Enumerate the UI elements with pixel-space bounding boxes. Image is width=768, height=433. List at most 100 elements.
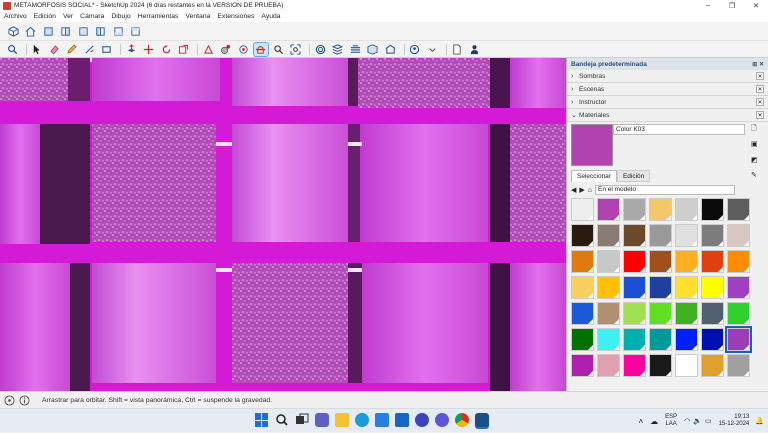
magenta-box[interactable] [232, 58, 348, 106]
tray-section-sombras[interactable]: › Sombras ✕ [567, 70, 768, 83]
components-icon[interactable] [366, 43, 380, 56]
pan-icon[interactable] [252, 41, 269, 57]
material-swatch[interactable] [675, 328, 698, 351]
material-swatch[interactable] [571, 198, 594, 221]
paint-bucket-icon[interactable] [219, 43, 233, 56]
material-swatch[interactable] [727, 354, 750, 377]
material-swatch[interactable] [571, 302, 594, 325]
menu-extensiones[interactable]: Extensiones [217, 13, 254, 20]
material-swatch[interactable] [675, 354, 698, 377]
close-icon[interactable]: ✕ [756, 85, 764, 93]
language-indicator[interactable]: ESP LAA [665, 414, 677, 428]
minimize-button[interactable]: – [696, 2, 720, 9]
material-swatch[interactable] [597, 276, 620, 299]
cube-bottom-icon[interactable] [111, 25, 125, 38]
menu-dibujo[interactable]: Dibujo [111, 13, 130, 20]
geo-location-icon[interactable] [4, 394, 15, 406]
teams-icon[interactable] [315, 413, 329, 427]
material-swatch[interactable] [571, 224, 594, 247]
menu-ventana[interactable]: Ventana [185, 13, 210, 20]
sketchup-taskbar-icon[interactable] [475, 413, 489, 427]
material-swatch[interactable] [623, 198, 646, 221]
pin-icon[interactable]: ⊞ ✕ [752, 61, 764, 68]
material-swatch[interactable] [649, 302, 672, 325]
extension-icon[interactable] [408, 43, 422, 56]
notification-icon[interactable]: 🔔 [755, 417, 764, 425]
glitter-box[interactable] [0, 58, 68, 101]
wifi-icon[interactable]: ◠ [684, 417, 690, 425]
material-swatch[interactable] [571, 250, 594, 273]
material-swatch[interactable] [623, 276, 646, 299]
material-swatch[interactable] [727, 224, 750, 247]
magenta-box[interactable] [360, 124, 488, 242]
cube-back-icon[interactable] [76, 25, 90, 38]
material-swatch[interactable] [649, 224, 672, 247]
rectangle-tool-icon[interactable] [100, 43, 114, 56]
material-swatch[interactable] [571, 354, 594, 377]
app-q-icon[interactable] [415, 413, 429, 427]
info-icon[interactable] [19, 394, 30, 406]
push-pull-icon[interactable] [124, 43, 138, 56]
zoom-icon[interactable] [271, 43, 285, 56]
warehouse-icon[interactable] [383, 43, 397, 56]
store-icon[interactable] [375, 413, 389, 427]
styles-icon[interactable] [348, 43, 362, 56]
glitter-box[interactable] [510, 124, 566, 242]
tray-section-escenas[interactable]: › Escenas ✕ [567, 83, 768, 96]
tray-section-materiales[interactable]: ⌄ Materiales ✕ [567, 109, 768, 122]
material-swatch[interactable] [701, 276, 724, 299]
scale-icon[interactable] [177, 43, 191, 56]
material-swatch[interactable] [701, 250, 724, 273]
material-swatch[interactable] [623, 224, 646, 247]
close-icon[interactable]: ✕ [756, 72, 764, 80]
material-swatch[interactable] [649, 198, 672, 221]
material-name-field[interactable]: Color K03 [613, 124, 745, 135]
chevron-up-icon[interactable]: ˄ [638, 417, 643, 426]
search-icon[interactable] [5, 43, 19, 56]
material-swatch[interactable] [623, 302, 646, 325]
material-swatch[interactable] [675, 302, 698, 325]
cube-right-icon[interactable] [59, 25, 73, 38]
cube-iso-icon[interactable] [6, 25, 20, 38]
material-swatch[interactable] [597, 224, 620, 247]
magenta-box[interactable] [510, 263, 566, 391]
move-icon[interactable] [142, 43, 156, 56]
cloud-icon[interactable]: ☁ [650, 417, 658, 426]
material-swatch[interactable] [727, 276, 750, 299]
material-swatch[interactable] [571, 276, 594, 299]
tape-measure-icon[interactable] [201, 43, 215, 56]
magenta-box[interactable] [362, 263, 488, 383]
app-c-icon[interactable] [435, 413, 449, 427]
volume-icon[interactable]: 🔈 [693, 417, 702, 425]
material-swatch[interactable] [701, 354, 724, 377]
magenta-box[interactable] [0, 124, 40, 244]
menu-ayuda[interactable]: Ayuda [261, 13, 280, 20]
material-swatch[interactable] [623, 328, 646, 351]
material-swatch[interactable] [675, 250, 698, 273]
magenta-box[interactable] [92, 263, 216, 383]
eraser-icon[interactable] [47, 43, 61, 56]
material-swatch[interactable] [727, 302, 750, 325]
section-icon[interactable] [313, 43, 327, 56]
material-swatch[interactable] [597, 250, 620, 273]
clock[interactable]: 19:13 15-12-2024 [719, 414, 750, 428]
edge-icon[interactable] [355, 413, 369, 427]
cube-top-icon[interactable] [129, 25, 143, 38]
maximize-button[interactable]: ❐ [720, 2, 744, 10]
windows-start-icon[interactable] [255, 413, 269, 427]
rotate-icon[interactable] [159, 43, 173, 56]
magenta-box[interactable] [92, 58, 220, 101]
back-icon[interactable]: ◀ [571, 186, 576, 194]
zoom-extents-icon[interactable] [289, 43, 303, 56]
library-select[interactable]: En el modelo [595, 185, 736, 195]
forward-icon[interactable]: ▶ [579, 186, 584, 194]
material-swatch[interactable] [597, 198, 620, 221]
cube-front-icon[interactable] [41, 25, 55, 38]
material-swatch[interactable] [649, 354, 672, 377]
material-swatch[interactable] [701, 224, 724, 247]
glitter-box[interactable] [232, 263, 348, 383]
material-swatch[interactable] [571, 328, 594, 351]
paint-bucket-icon[interactable]: ▣ [751, 140, 758, 148]
task-view-icon[interactable] [295, 413, 309, 427]
mail-icon[interactable] [395, 413, 409, 427]
